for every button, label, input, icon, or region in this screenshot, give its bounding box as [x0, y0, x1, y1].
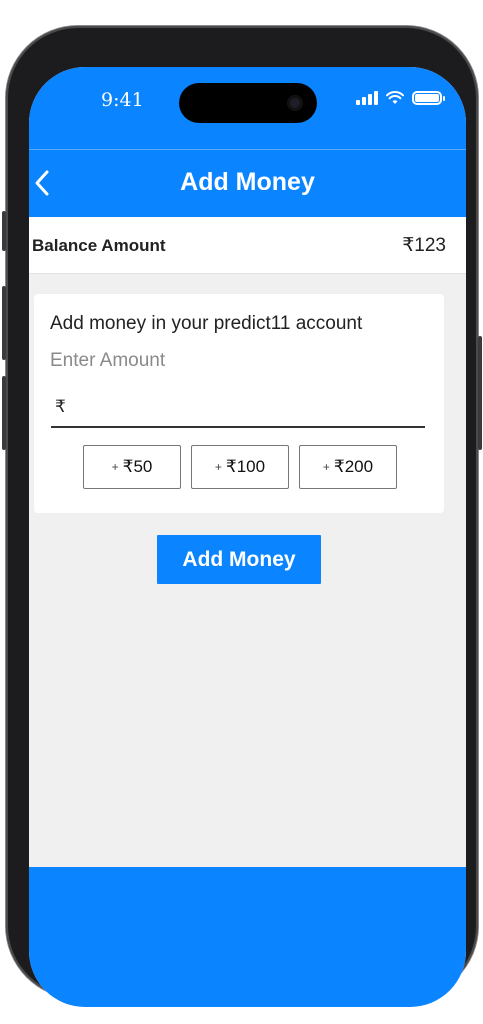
- volume-up-button: [2, 286, 6, 360]
- amount-input[interactable]: [75, 394, 415, 424]
- front-camera-icon: [287, 95, 303, 111]
- quick-amount-100-button[interactable]: + ₹100: [191, 445, 289, 489]
- status-time: 9:41: [101, 89, 144, 111]
- status-bar: 9:41: [29, 67, 466, 149]
- header-bar: Add Money: [29, 149, 466, 217]
- quick-amount-label: ₹200: [333, 457, 374, 476]
- battery-icon: [412, 91, 445, 105]
- quick-amount-label: ₹100: [225, 457, 266, 476]
- volume-down-button: [2, 376, 6, 450]
- cellular-signal-icon: [356, 91, 378, 105]
- plus-sign: +: [322, 460, 330, 474]
- plus-sign: +: [111, 460, 119, 474]
- enter-amount-label: Enter Amount: [50, 350, 166, 371]
- status-icons: [356, 91, 445, 105]
- quick-amount-label: ₹50: [122, 457, 153, 476]
- dynamic-island: [179, 83, 317, 123]
- power-button: [478, 336, 482, 450]
- balance-label: Balance Amount: [32, 236, 166, 255]
- rupee-symbol: ₹: [55, 397, 66, 416]
- bottom-bar: [29, 867, 466, 1007]
- page-title: Add Money: [180, 168, 315, 196]
- silent-switch: [2, 211, 6, 251]
- wifi-icon: [386, 91, 404, 104]
- add-money-button[interactable]: Add Money: [157, 535, 321, 584]
- balance-row: Balance Amount ₹123: [29, 217, 466, 274]
- balance-value: ₹123: [402, 235, 446, 256]
- amount-field[interactable]: ₹: [51, 394, 425, 428]
- quick-amount-50-button[interactable]: + ₹50: [83, 445, 181, 489]
- quick-amount-200-button[interactable]: + ₹200: [299, 445, 397, 489]
- phone-frame: 9:41 Add Money Balance Amount ₹123 Add m…: [2, 26, 482, 1007]
- card-title: Add money in your predict11 account: [50, 313, 363, 334]
- plus-sign: +: [214, 460, 222, 474]
- app-screen: 9:41 Add Money Balance Amount ₹123 Add m…: [29, 67, 466, 1007]
- add-money-card: Add money in your predict11 account Ente…: [34, 294, 444, 513]
